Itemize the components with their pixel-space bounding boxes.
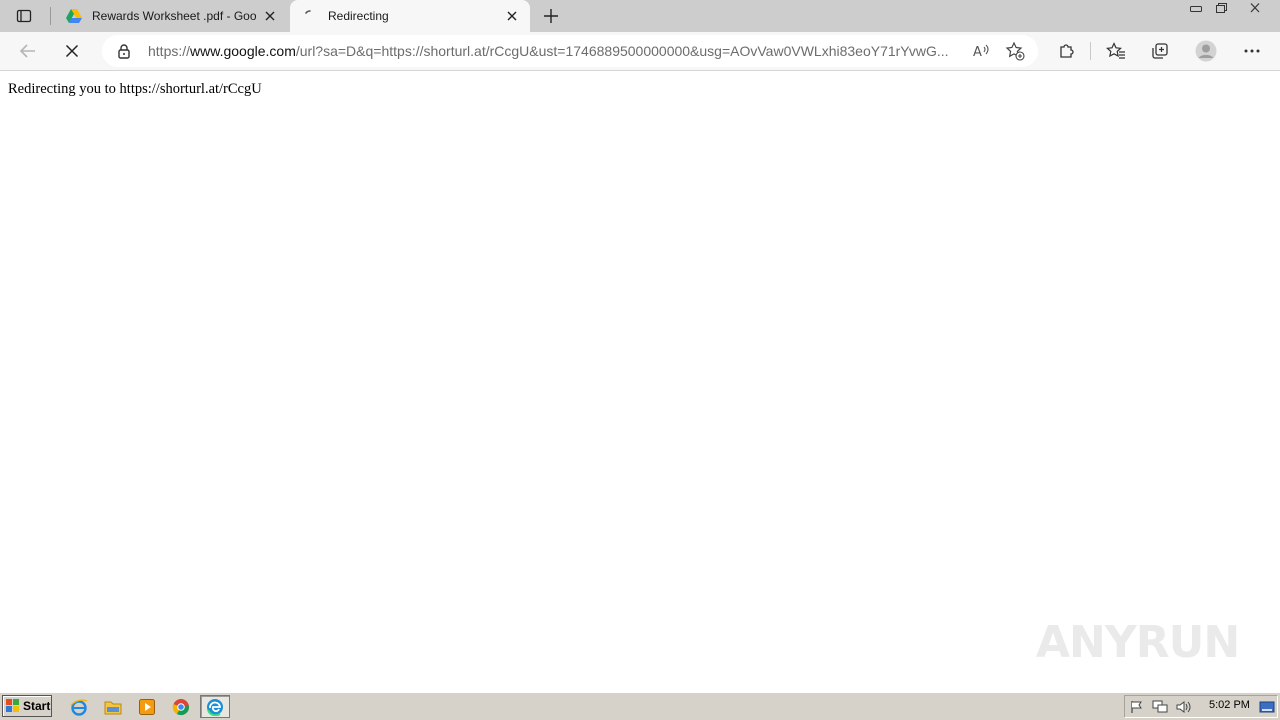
favorites-icon bbox=[1106, 42, 1125, 59]
plus-icon bbox=[544, 9, 558, 23]
favorites-button[interactable] bbox=[1101, 36, 1131, 66]
tab-rewards-worksheet[interactable]: Rewards Worksheet .pdf - Goog bbox=[54, 0, 288, 32]
google-drive-icon bbox=[66, 8, 82, 24]
new-tab-button[interactable] bbox=[538, 4, 564, 28]
read-aloud-icon: A bbox=[973, 44, 989, 59]
tab-actions-icon bbox=[16, 9, 32, 23]
taskbar-edge-button[interactable] bbox=[200, 695, 230, 718]
more-icon bbox=[1244, 49, 1260, 53]
read-aloud-button[interactable]: A bbox=[970, 40, 992, 62]
taskbar-explorer-button[interactable] bbox=[102, 696, 124, 718]
internet-explorer-icon bbox=[70, 699, 88, 716]
url-host: www.google.com bbox=[190, 43, 296, 59]
url-text[interactable]: https://www.google.com/url?sa=D&q=https:… bbox=[148, 35, 958, 67]
loading-spinner-icon bbox=[302, 8, 318, 24]
action-center-flag-icon[interactable] bbox=[1129, 699, 1145, 715]
url-scheme: https:// bbox=[148, 43, 191, 59]
minimize-icon bbox=[1190, 6, 1202, 12]
back-arrow-icon bbox=[19, 44, 35, 58]
network-icon[interactable] bbox=[1152, 699, 1168, 715]
back-button[interactable] bbox=[13, 36, 43, 66]
avatar-icon bbox=[1195, 40, 1217, 62]
chrome-icon bbox=[172, 699, 189, 716]
restore-icon bbox=[1216, 3, 1227, 13]
volume-icon[interactable] bbox=[1176, 699, 1192, 715]
restore-button[interactable] bbox=[1208, 0, 1234, 16]
show-desktop-icon[interactable] bbox=[1259, 699, 1275, 715]
start-label: Start bbox=[23, 699, 51, 713]
edge-icon bbox=[207, 698, 223, 716]
url-path: /url?sa=D&q=https://shorturl.at/rCcgU&us… bbox=[295, 43, 949, 59]
watermark-left: ANY bbox=[1036, 616, 1137, 668]
tab-redirecting[interactable]: Redirecting bbox=[290, 0, 530, 32]
svg-text:A: A bbox=[973, 45, 982, 59]
collections-icon bbox=[1152, 43, 1168, 59]
taskbar: Start 5:02 PM bbox=[0, 692, 1280, 720]
toolbar-separator bbox=[1090, 42, 1091, 60]
redirect-message: Redirecting you to https://shorturl.at/r… bbox=[8, 81, 262, 97]
settings-more-button[interactable] bbox=[1237, 36, 1267, 66]
page-content: Redirecting you to https://shorturl.at/r… bbox=[0, 71, 1280, 692]
puzzle-icon bbox=[1060, 44, 1074, 58]
media-player-icon bbox=[139, 699, 155, 715]
tab-strip: Rewards Worksheet .pdf - Goog Redirectin… bbox=[0, 0, 1280, 32]
browser-toolbar: https://www.google.com/url?sa=D&q=https:… bbox=[0, 32, 1280, 71]
taskbar-ie-button[interactable] bbox=[68, 696, 90, 718]
taskbar-chrome-button[interactable] bbox=[170, 696, 192, 718]
close-icon bbox=[507, 11, 517, 21]
stop-loading-button[interactable] bbox=[57, 36, 87, 66]
add-favorite-button[interactable] bbox=[1004, 40, 1026, 62]
tab-actions-button[interactable] bbox=[8, 5, 40, 27]
tab-title: Rewards Worksheet .pdf - Goog bbox=[92, 9, 256, 23]
close-icon bbox=[265, 11, 275, 21]
windows-logo-icon bbox=[6, 699, 19, 712]
clock[interactable]: 5:02 PM bbox=[1209, 699, 1250, 711]
watermark-right: RUN bbox=[1135, 616, 1240, 668]
minimize-button[interactable] bbox=[1183, 0, 1209, 16]
profile-button[interactable] bbox=[1191, 36, 1221, 66]
collections-button[interactable] bbox=[1145, 36, 1175, 66]
folder-icon bbox=[104, 701, 122, 715]
tab-close-button[interactable] bbox=[502, 6, 522, 26]
close-icon bbox=[65, 44, 79, 58]
extensions-button[interactable] bbox=[1052, 36, 1082, 66]
anyrun-watermark: ANY RUN bbox=[1036, 607, 1240, 677]
taskbar-media-button[interactable] bbox=[136, 696, 158, 718]
star-plus-icon bbox=[1005, 41, 1025, 61]
address-bar[interactable]: https://www.google.com/url?sa=D&q=https:… bbox=[102, 35, 1038, 67]
tab-close-button[interactable] bbox=[260, 6, 280, 26]
close-icon bbox=[1250, 3, 1260, 13]
lock-icon[interactable] bbox=[116, 43, 132, 59]
tab-separator bbox=[50, 7, 51, 25]
start-button[interactable]: Start bbox=[2, 695, 52, 717]
close-window-button[interactable] bbox=[1242, 0, 1268, 16]
tab-title: Redirecting bbox=[328, 9, 389, 23]
system-tray: 5:02 PM bbox=[1124, 695, 1278, 718]
